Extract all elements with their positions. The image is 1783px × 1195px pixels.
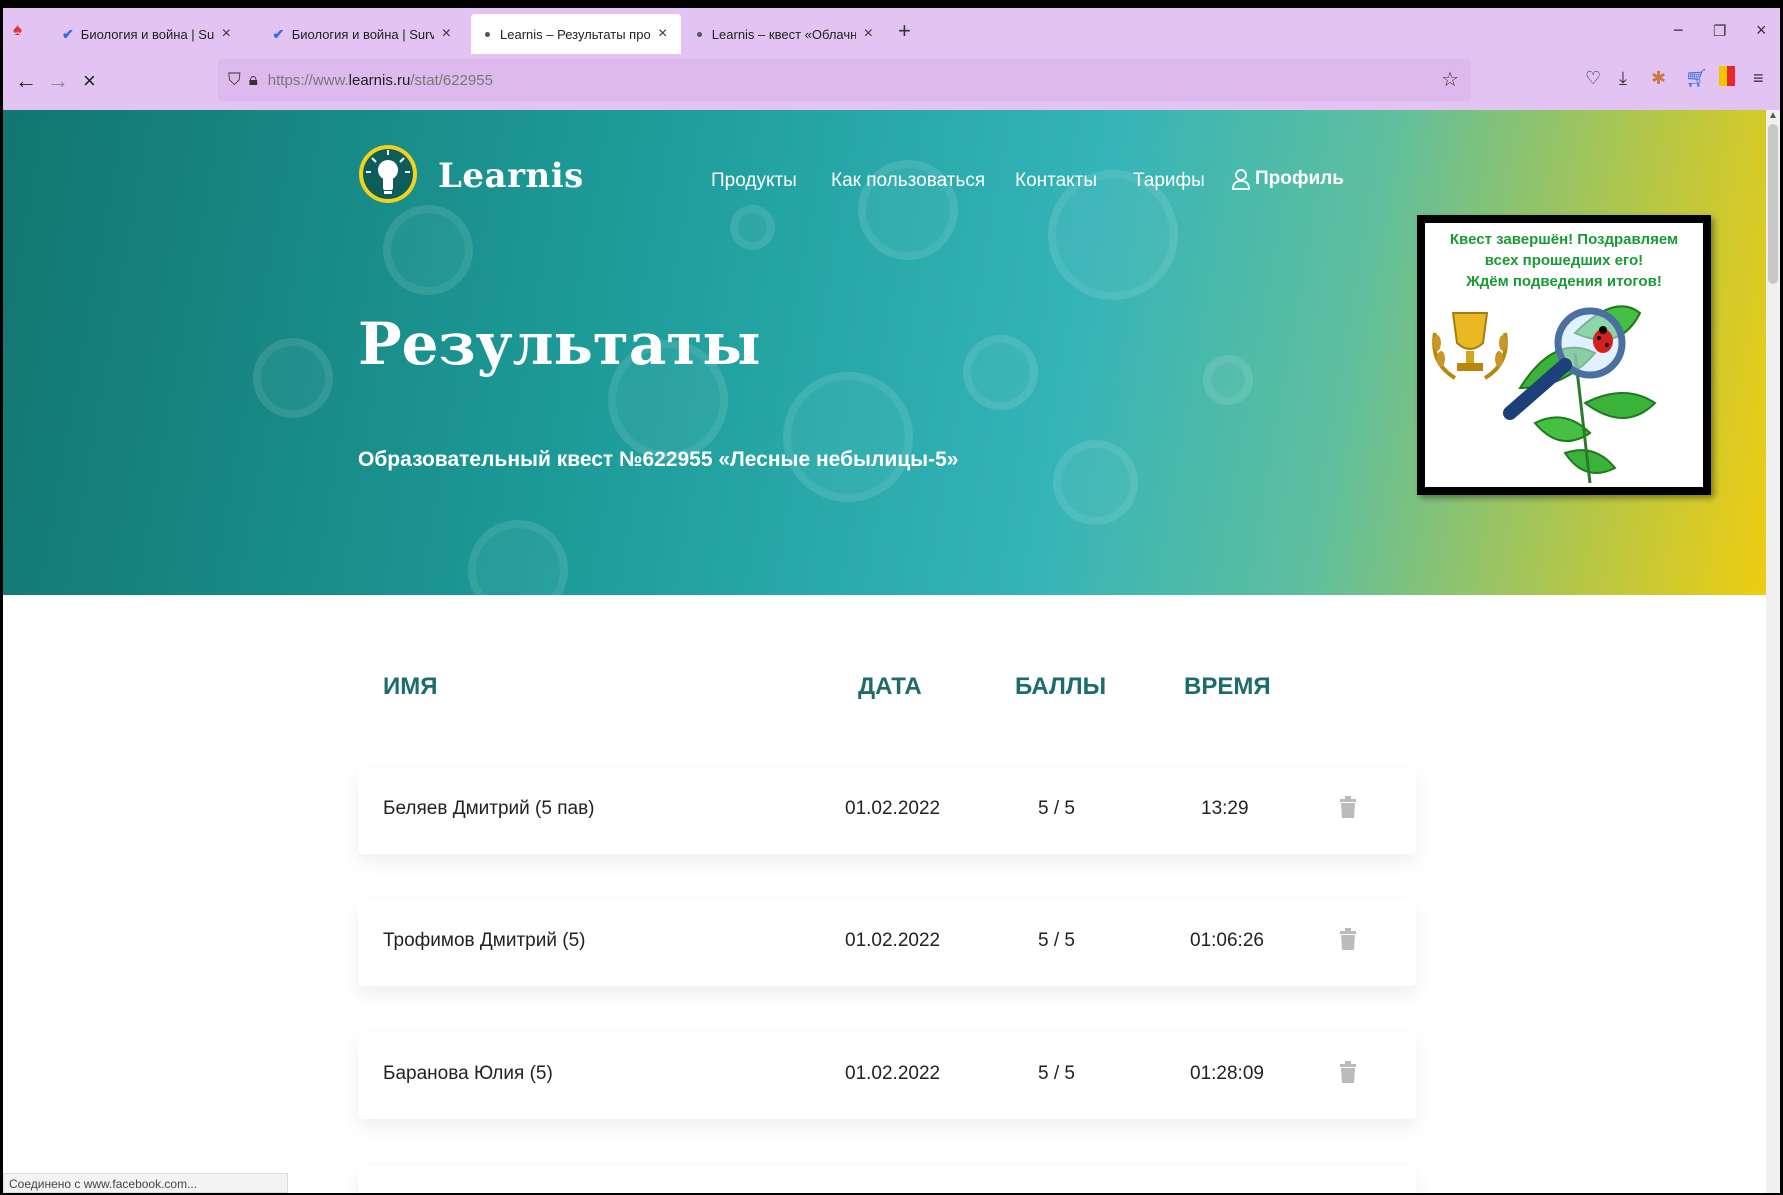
table-row[interactable]: Трофимов Дмитрий (5) 01.02.2022 5 / 5 01… [358, 900, 1416, 986]
nav-profile[interactable]: Профиль [1231, 168, 1344, 190]
restore-icon[interactable]: ❐ [1713, 22, 1726, 40]
extension-icon[interactable]: ✱ [1651, 68, 1666, 89]
trophy-magnifier-illustration [1432, 305, 1657, 484]
row-time: 01:06:26 [1190, 930, 1264, 951]
pocket-icon[interactable]: ♡ [1585, 68, 1601, 89]
hamburger-menu-icon[interactable]: ≡ [1753, 68, 1764, 89]
header-score[interactable]: БАЛЛЫ [1015, 673, 1106, 701]
flag-extension-icon[interactable] [1719, 66, 1735, 91]
minimize-icon[interactable]: − [1673, 20, 1684, 41]
survio-check-icon: ✔ [272, 25, 285, 42]
stop-loading-icon[interactable]: × [83, 68, 96, 94]
header-date[interactable]: ДАТА [858, 673, 922, 701]
header-time[interactable]: ВРЕМЯ [1184, 673, 1271, 701]
page-scrollbar[interactable]: ▲ [1766, 110, 1780, 1193]
tab-survio-1[interactable]: ✔ Биология и война | Survio × [51, 15, 241, 53]
address-bar[interactable]: ⛉ 🔒︎ https://www.learnis.ru/stat/622955 … [218, 59, 1471, 101]
nav-contacts[interactable]: Контакты [1015, 170, 1097, 192]
browser-window: ♠ ✔ Биология и война | Survio × ✔ Биолог… [3, 8, 1780, 1193]
nav-products[interactable]: Продукты [711, 170, 797, 192]
trash-icon[interactable] [1340, 796, 1356, 818]
back-icon[interactable]: ← [15, 68, 37, 94]
nav-pricing[interactable]: Тарифы [1133, 170, 1205, 192]
table-row[interactable]: Баранова Юлия (5) 01.02.2022 5 / 5 01:28… [358, 1033, 1416, 1119]
scroll-thumb[interactable] [1768, 124, 1778, 284]
user-icon [1232, 169, 1250, 190]
lock-icon[interactable]: 🔒︎ [249, 70, 258, 90]
table-row[interactable] [358, 1166, 1416, 1193]
quest-subtitle: Образовательный квест №622955 «Лесные не… [358, 448, 959, 471]
survio-check-icon: ✔ [62, 25, 74, 42]
downloads-icon[interactable]: ⤓ [1619, 68, 1627, 89]
row-time: 13:29 [1201, 798, 1249, 819]
page-title: Результаты [358, 310, 761, 378]
url-text[interactable]: https://www.learnis.ru/stat/622955 [268, 72, 493, 89]
row-score: 5 / 5 [1038, 1063, 1075, 1084]
nav-how-to-use[interactable]: Как пользоваться [831, 170, 985, 192]
quest-finished-banner: Квест завершён! Поздравляем всех прошедш… [1417, 215, 1711, 495]
row-date: 01.02.2022 [845, 930, 941, 951]
tab-learnis-results[interactable]: Learnis – Результаты прохожде × [471, 14, 681, 54]
row-name: Трофимов Дмитрий (5) [383, 930, 586, 951]
header-name[interactable]: ИМЯ [383, 673, 438, 701]
close-icon[interactable]: × [658, 25, 667, 43]
loading-dot-icon [485, 31, 490, 37]
row-name: Баранова Юлия (5) [383, 1063, 553, 1084]
row-date: 01.02.2022 [845, 798, 941, 819]
forward-icon[interactable]: → [47, 68, 69, 94]
status-bar: Соединено с www.facebook.com... [3, 1173, 288, 1193]
bookmark-star-icon[interactable]: ☆ [1441, 67, 1459, 92]
learnis-logo-icon[interactable] [358, 140, 418, 212]
close-icon[interactable]: × [442, 25, 451, 43]
trash-icon[interactable] [1340, 1061, 1356, 1083]
cart-icon[interactable]: 🛒︎ [1685, 68, 1708, 89]
close-icon[interactable]: × [864, 25, 873, 43]
close-icon[interactable]: × [222, 25, 231, 43]
new-tab-icon[interactable]: + [898, 18, 911, 44]
row-name: Беляев Дмитрий (5 пав) [383, 798, 595, 819]
shield-icon[interactable]: ⛉ [228, 70, 241, 90]
trash-icon[interactable] [1340, 928, 1356, 950]
tab-survio-2[interactable]: ✔ Биология и война | Survio × [261, 15, 461, 53]
row-time: 01:28:09 [1190, 1063, 1264, 1084]
tab-learnis-quest[interactable]: Learnis – квест «Облачная ком × [683, 15, 883, 53]
brand-name[interactable]: Learnis [438, 156, 584, 196]
tab-strip: ♠ ✔ Биология и война | Survio × ✔ Биолог… [3, 8, 1780, 54]
close-window-icon[interactable]: × [1756, 20, 1767, 41]
row-date: 01.02.2022 [845, 1063, 941, 1084]
scroll-up-icon[interactable]: ▲ [1768, 110, 1778, 121]
loading-dot-icon [697, 31, 702, 37]
row-score: 5 / 5 [1038, 930, 1075, 951]
navigation-bar: ← → × ⛉ 🔒︎ https://www.learnis.ru/stat/6… [3, 54, 1780, 110]
table-row[interactable]: Беляев Дмитрий (5 пав) 01.02.2022 5 / 5 … [358, 768, 1416, 854]
browser-menu-icon[interactable]: ♠ [13, 20, 22, 40]
row-score: 5 / 5 [1038, 798, 1075, 819]
